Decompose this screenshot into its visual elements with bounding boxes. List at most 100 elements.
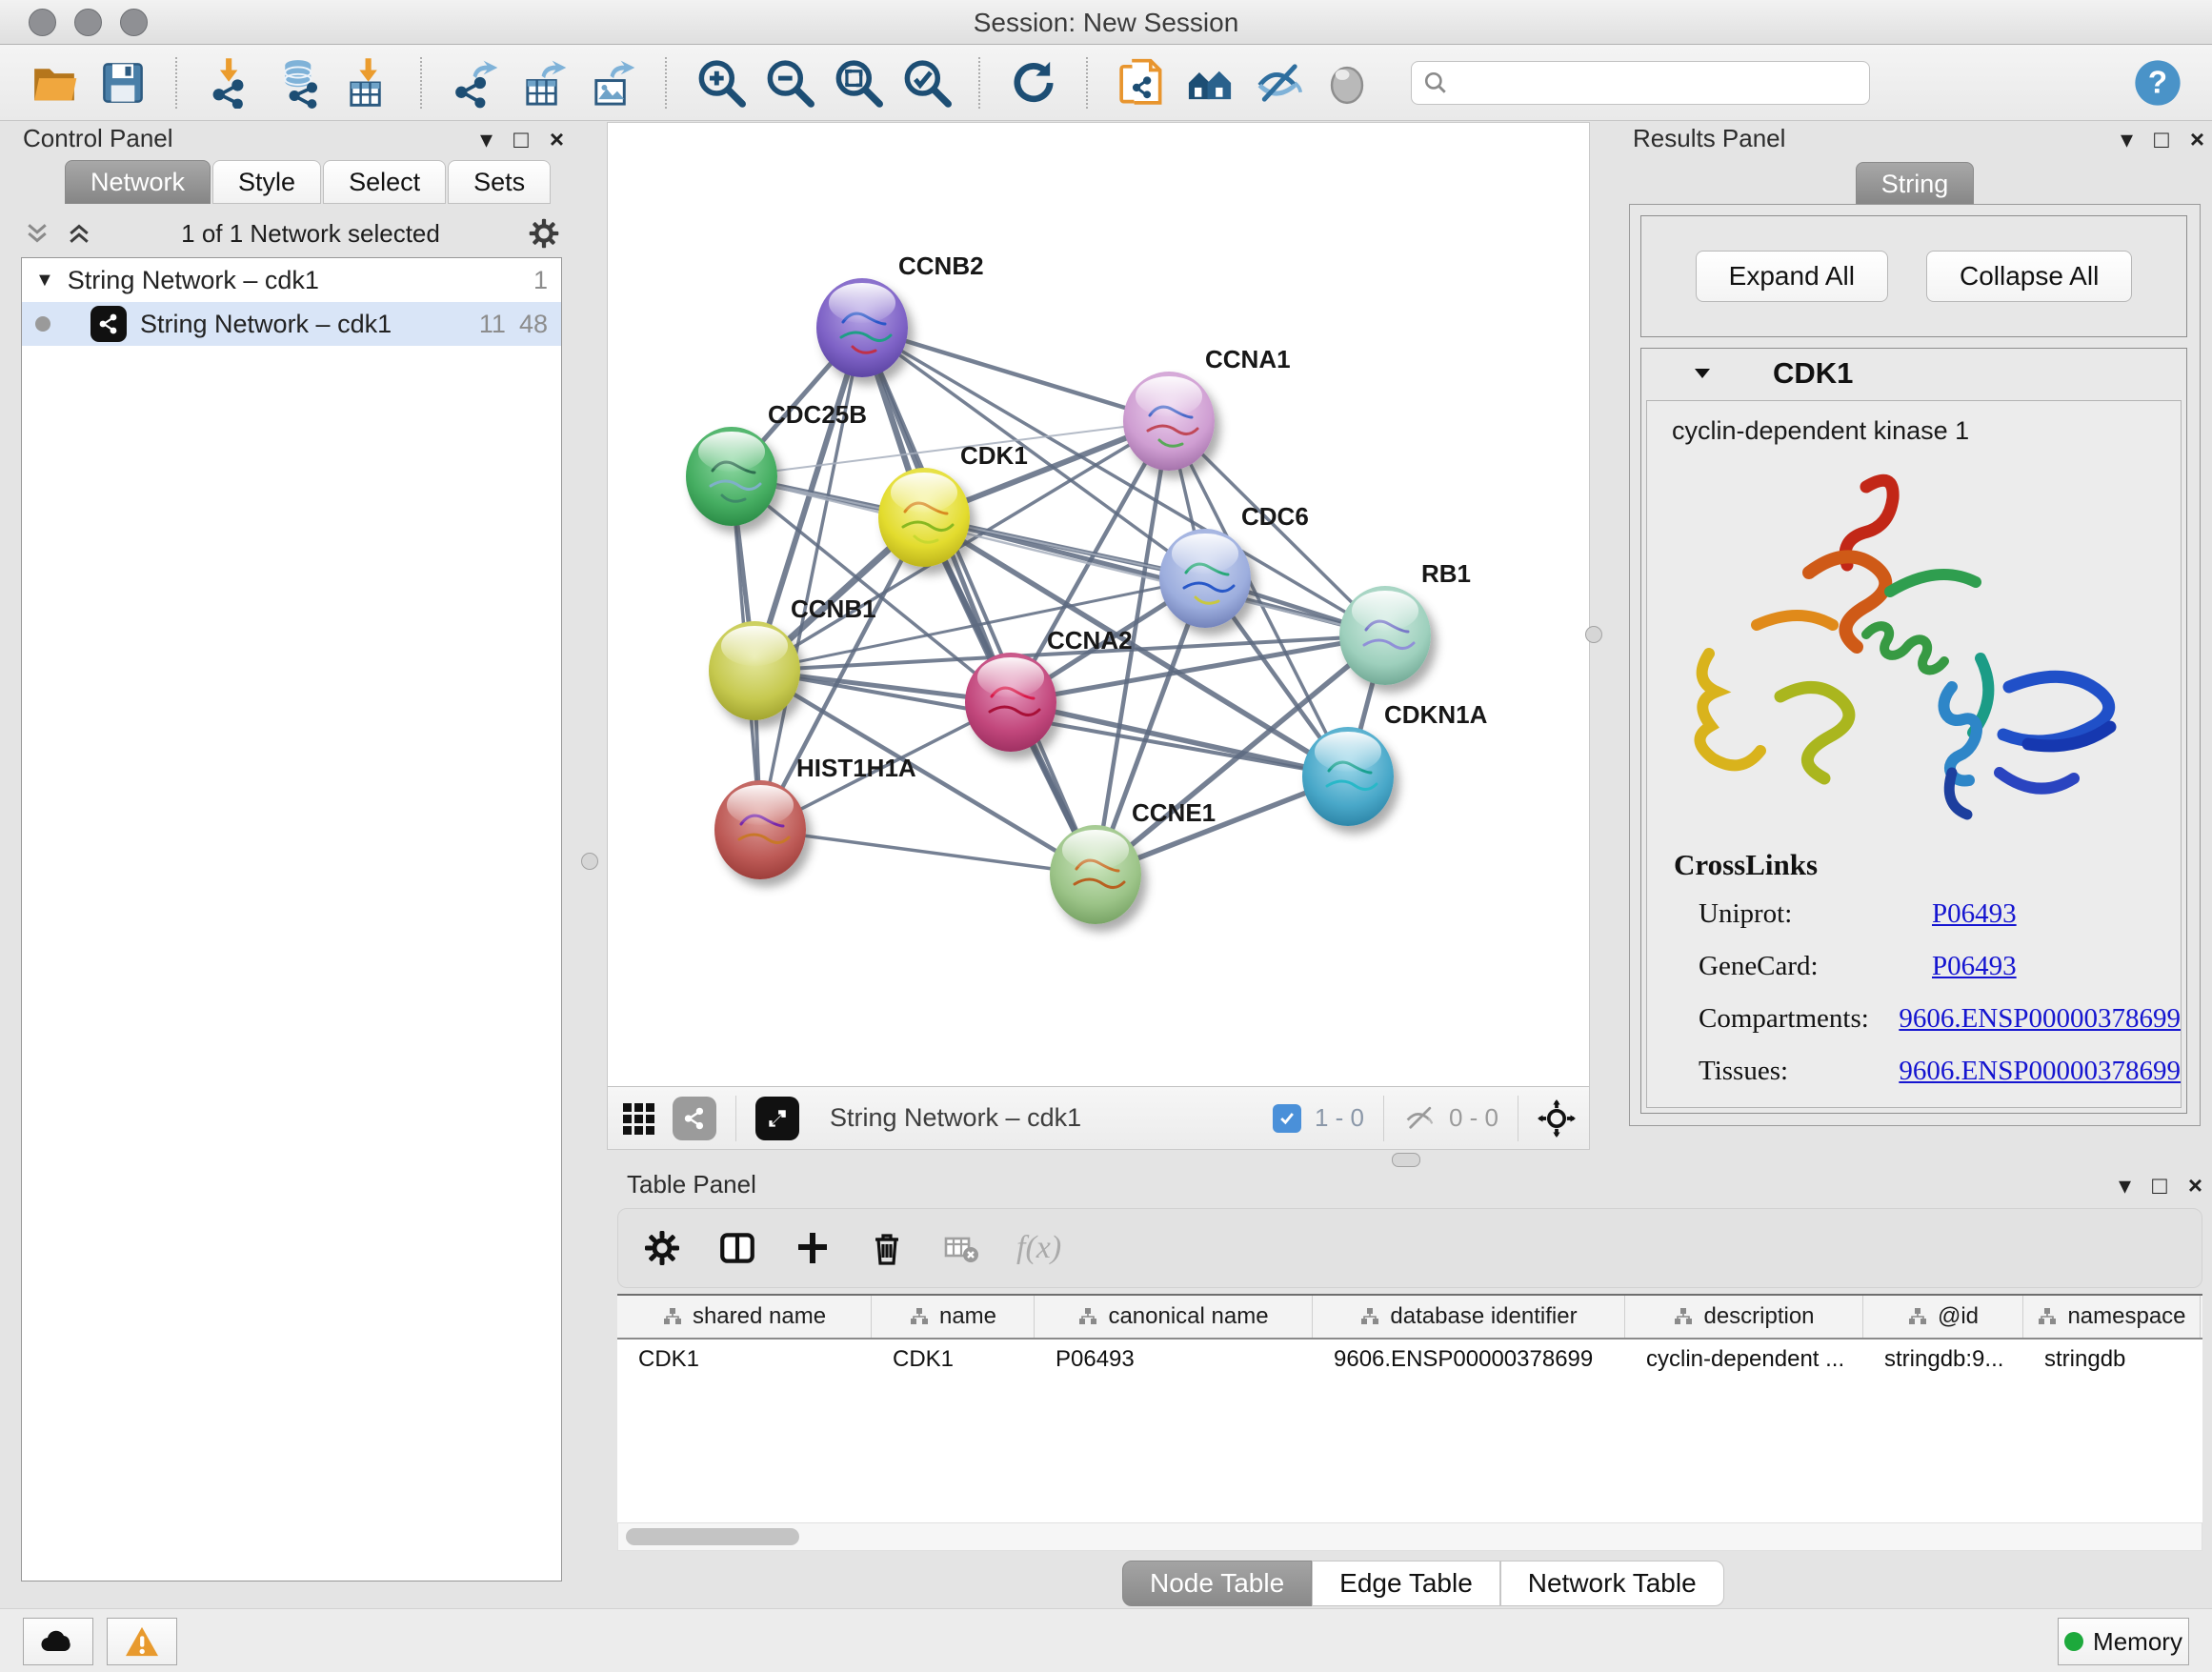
tab-network[interactable]: Network: [65, 160, 211, 204]
export-table-icon[interactable]: [516, 55, 572, 111]
hide-selected-icon[interactable]: [1251, 55, 1306, 111]
cell-description[interactable]: cyclin-dependent ...: [1625, 1340, 1863, 1380]
tab-edge-table[interactable]: Edge Table: [1312, 1561, 1500, 1606]
search-box[interactable]: [1411, 61, 1870, 105]
panel-menu-icon[interactable]: ▾: [2121, 127, 2133, 151]
panel-float-icon[interactable]: □: [513, 127, 529, 151]
panel-menu-icon[interactable]: ▾: [2119, 1173, 2131, 1198]
zoom-out-icon[interactable]: [761, 55, 816, 111]
gene-section-header[interactable]: CDK1: [1641, 349, 2186, 398]
column-header-canonical-name[interactable]: canonical name: [1035, 1296, 1313, 1338]
panel-close-icon[interactable]: ×: [2190, 127, 2204, 151]
crosslink-value-link[interactable]: P06493: [1932, 898, 2017, 930]
tab-network-table[interactable]: Network Table: [1500, 1561, 1724, 1606]
tab-select[interactable]: Select: [323, 160, 446, 204]
cell-name[interactable]: CDK1: [872, 1340, 1035, 1380]
panel-float-icon[interactable]: □: [2152, 1173, 2167, 1198]
create-column-icon[interactable]: [794, 1229, 832, 1267]
crosslink-value-link[interactable]: 9606.ENSP00000378699: [1899, 1056, 2181, 1087]
panel-close-icon[interactable]: ×: [550, 127, 564, 151]
scrollbar-thumb[interactable]: [626, 1528, 799, 1545]
cell-namespace[interactable]: stringdb: [2023, 1340, 2201, 1380]
cell-database-identifier[interactable]: 9606.ENSP00000378699: [1313, 1340, 1625, 1380]
grid-view-icon[interactable]: [621, 1099, 659, 1138]
cell-canonical-name[interactable]: P06493: [1035, 1340, 1313, 1380]
tab-string[interactable]: String: [1856, 162, 1975, 206]
node-label-CCNB1: CCNB1: [791, 594, 876, 624]
expand-all-button[interactable]: Expand All: [1696, 251, 1888, 302]
network-collection-row[interactable]: ▼ String Network – cdk1 1: [22, 258, 561, 302]
column-header-@id[interactable]: @id: [1863, 1296, 2023, 1338]
birdseye-view-icon[interactable]: [755, 1097, 799, 1140]
cell-shared-name[interactable]: CDK1: [617, 1340, 872, 1380]
search-input[interactable]: [1456, 69, 1858, 97]
crosslink-value-link[interactable]: 9606.ENSP00000378699: [1899, 1003, 2181, 1035]
selected-checkbox-icon[interactable]: [1273, 1104, 1301, 1133]
column-header-description[interactable]: description: [1625, 1296, 1863, 1338]
panel-menu-icon[interactable]: ▾: [480, 127, 493, 151]
node-CDKN1A[interactable]: [1302, 727, 1394, 826]
collapse-all-icon[interactable]: [23, 219, 51, 248]
edge-HIST1H1A-CCNE1[interactable]: [760, 830, 1096, 875]
node-CDC25B[interactable]: [686, 427, 777, 526]
clone-network-icon[interactable]: [1114, 55, 1169, 111]
network-canvas[interactable]: CCNB2CCNA1CDC25BCDK1CDC6RB1CCNB1CCNA2CDK…: [608, 123, 1589, 1086]
crosslink-value-link[interactable]: P06493: [1932, 951, 2017, 982]
tree-expander-icon[interactable]: ▼: [35, 270, 54, 292]
import-table-icon[interactable]: [340, 55, 395, 111]
network-type-icon[interactable]: [673, 1097, 716, 1140]
fit-content-crosshair-icon[interactable]: [1538, 1099, 1576, 1138]
column-header-shared-name[interactable]: shared name: [617, 1296, 872, 1338]
import-network-icon[interactable]: [203, 55, 258, 111]
node-CCNA2[interactable]: [965, 653, 1056, 752]
refresh-icon[interactable]: [1006, 55, 1061, 111]
collapse-all-button[interactable]: Collapse All: [1926, 251, 2132, 302]
import-network-from-database-icon[interactable]: [271, 55, 327, 111]
node-RB1[interactable]: [1339, 586, 1431, 685]
delete-column-icon[interactable]: [868, 1229, 906, 1267]
horizontal-splitter-handle[interactable]: [1392, 1153, 1420, 1167]
node-CCNA1[interactable]: [1123, 372, 1215, 471]
table-row[interactable]: CDK1CDK1P064939606.ENSP00000378699cyclin…: [617, 1340, 2202, 1380]
cloud-icon: [39, 1627, 77, 1656]
section-collapse-icon[interactable]: [1691, 362, 1714, 385]
memory-button[interactable]: Memory: [2058, 1618, 2189, 1665]
node-HIST1H1A[interactable]: [714, 780, 806, 879]
zoom-fit-icon[interactable]: [830, 55, 885, 111]
table-horizontal-scrollbar[interactable]: [617, 1522, 2202, 1551]
network-row-selected[interactable]: String Network – cdk1 11 48: [22, 302, 561, 346]
expand-all-icon[interactable]: [65, 219, 93, 248]
zoom-selected-icon[interactable]: [898, 55, 954, 111]
column-header-name[interactable]: name: [872, 1296, 1035, 1338]
export-image-icon[interactable]: [585, 55, 640, 111]
column-header-namespace[interactable]: namespace: [2023, 1296, 2201, 1338]
tab-sets[interactable]: Sets: [448, 160, 551, 204]
collection-count: 1: [533, 266, 548, 295]
warnings-button[interactable]: [107, 1618, 177, 1665]
cell-@id[interactable]: stringdb:9...: [1863, 1340, 2023, 1380]
show-columns-icon[interactable]: [717, 1228, 757, 1268]
help-icon[interactable]: ?: [2130, 55, 2185, 111]
export-network-icon[interactable]: [448, 55, 503, 111]
node-CCNB1[interactable]: [709, 621, 800, 720]
zoom-in-icon[interactable]: [693, 55, 748, 111]
save-session-icon[interactable]: [95, 55, 151, 111]
vertical-splitter-handle[interactable]: [1585, 626, 1602, 643]
open-session-icon[interactable]: [27, 55, 82, 111]
panel-float-icon[interactable]: □: [2154, 127, 2169, 151]
options-gear-icon[interactable]: [528, 217, 560, 250]
panel-close-icon[interactable]: ×: [2188, 1173, 2202, 1198]
table-gear-icon[interactable]: [643, 1229, 681, 1267]
edge-CCNA2-CDKN1A[interactable]: [1011, 702, 1348, 776]
node-CDC6[interactable]: [1159, 529, 1251, 628]
show-all-icon[interactable]: [1319, 55, 1375, 111]
cloud-button[interactable]: [23, 1618, 93, 1665]
node-CCNE1[interactable]: [1050, 825, 1141, 924]
first-neighbors-icon[interactable]: [1182, 55, 1237, 111]
node-CCNB2[interactable]: [816, 278, 908, 377]
vertical-splitter-handle[interactable]: [581, 853, 598, 870]
column-header-database-identifier[interactable]: database identifier: [1313, 1296, 1625, 1338]
tab-node-table[interactable]: Node Table: [1122, 1561, 1312, 1606]
tab-style[interactable]: Style: [212, 160, 321, 204]
node-CDK1[interactable]: [878, 468, 970, 567]
